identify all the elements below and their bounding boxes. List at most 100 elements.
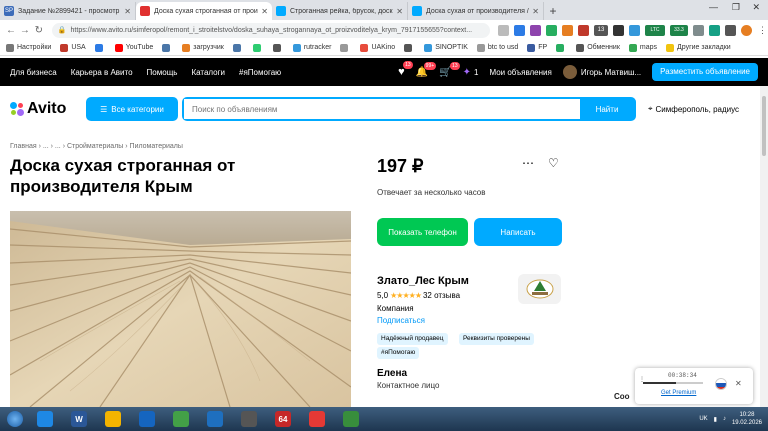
taskbar-app-button[interactable]: W (64, 408, 94, 430)
close-window-icon[interactable]: ✕ (752, 2, 760, 13)
bookmark-item[interactable] (94, 43, 106, 52)
avito-logo[interactable]: Avito (10, 100, 86, 118)
browser-tab[interactable]: Доска сухая от производителя / С ✕ (408, 2, 544, 20)
browser-tab[interactable]: SP Задание №2899421 - просмотр з ✕ (0, 2, 136, 20)
extension-icon[interactable] (545, 24, 557, 36)
nav-link-career[interactable]: Карьера в Авито (71, 68, 133, 77)
taskbar-app-button[interactable] (30, 408, 60, 430)
ltc-price-badge[interactable]: 33.3 (669, 24, 688, 36)
bookmark-item[interactable]: FP (527, 43, 547, 52)
forward-icon[interactable]: → (18, 25, 32, 36)
browser-tab[interactable]: Строганная рейка, брусок, доски ✕ (272, 2, 408, 20)
flag-icon[interactable] (577, 24, 589, 36)
bookmark-item[interactable] (272, 43, 284, 52)
taskbar-app-button[interactable] (132, 408, 162, 430)
close-tab-icon[interactable]: ✕ (396, 7, 403, 16)
extension-icon[interactable] (628, 24, 640, 36)
show-phone-button[interactable]: Показать телефон (377, 218, 468, 246)
taskbar-app-button[interactable] (166, 408, 196, 430)
bookmark-item[interactable]: UAKino (360, 43, 395, 52)
nav-link-ihelp[interactable]: #яПомогаю (239, 68, 281, 77)
extension-icon[interactable] (708, 24, 720, 36)
network-icon[interactable]: ▮ (714, 416, 717, 423)
menu-dots-icon[interactable]: ⋮ (757, 25, 768, 36)
maximize-icon[interactable]: ❐ (732, 2, 740, 13)
taskbar-app-button[interactable]: 64 (268, 408, 298, 430)
new-tab-button[interactable]: + (544, 2, 562, 20)
tag-reliable-seller[interactable]: Надёжный продавец (377, 333, 448, 345)
bookmark-item[interactable]: Обменник (576, 43, 620, 52)
browser-tab[interactable]: Доска сухая строганная от прои ✕ (136, 2, 272, 20)
favorites-heart-icon[interactable]: ♥ 13 (398, 61, 413, 78)
bookmark-item[interactable]: SINOPTIK (424, 43, 468, 52)
taskbar-app-button[interactable] (302, 408, 332, 430)
cart-icon[interactable]: 🛒 13 (439, 61, 460, 78)
russia-flag-icon[interactable] (715, 378, 727, 390)
extension-badge[interactable]: 13 (593, 24, 608, 36)
volume-icon[interactable]: ♪ (723, 416, 726, 422)
nav-link-help[interactable]: Помощь (147, 68, 178, 77)
language-indicator[interactable]: UK (699, 416, 707, 422)
extension-icon[interactable] (497, 24, 509, 36)
bookmark-item[interactable]: YouTube (114, 43, 153, 52)
ltc-badge[interactable]: LTC (644, 24, 665, 36)
tag-details-verified[interactable]: Реквизиты проверены (459, 333, 534, 345)
bookmark-item[interactable]: btc to usd (476, 43, 518, 52)
wallet-button[interactable]: ✦ 1 (463, 67, 479, 78)
nav-link-business[interactable]: Для бизнеса (10, 68, 57, 77)
bookmark-item[interactable]: USA (60, 43, 86, 52)
seller-name[interactable]: Злато_Лес Крым (377, 275, 469, 287)
bookmark-item[interactable]: Другие закладки (666, 43, 731, 52)
bookmark-item[interactable]: maps (628, 43, 657, 52)
my-ads-link[interactable]: Мои объявления (489, 68, 551, 77)
subscribe-link[interactable]: Подписаться (377, 316, 425, 325)
write-message-button[interactable]: Написать (474, 218, 562, 246)
extension-icon[interactable] (612, 24, 624, 36)
profile-avatar-icon[interactable] (740, 24, 752, 36)
puzzle-icon[interactable] (724, 24, 736, 36)
all-categories-button[interactable]: ☰ Все категории (86, 97, 178, 121)
bookmark-item[interactable] (162, 43, 173, 52)
close-popup-icon[interactable]: ✕ (735, 379, 742, 388)
taskbar-app-button[interactable] (200, 408, 230, 430)
seller-rating[interactable]: 5,0 ★★★★★ 32 отзыва (377, 291, 460, 300)
find-button[interactable]: Найти (580, 99, 634, 119)
reload-icon[interactable]: ↻ (32, 25, 46, 36)
bookmark-item[interactable] (404, 43, 415, 52)
bookmark-item[interactable] (340, 43, 351, 52)
minimize-icon[interactable]: — (709, 2, 718, 12)
scrollbar-thumb[interactable] (762, 96, 766, 156)
listing-photo[interactable] (10, 211, 351, 407)
tag-ihelp[interactable]: #яПомогаю (377, 347, 420, 359)
extension-icon[interactable] (692, 24, 704, 36)
back-icon[interactable]: ← (4, 25, 18, 36)
user-menu[interactable]: Игорь Матвиш... (562, 65, 641, 79)
taskbar-app-button[interactable] (98, 408, 128, 430)
bookmark-item[interactable]: rutracker (292, 43, 331, 52)
more-dots-icon[interactable]: ⋯ (522, 156, 534, 170)
bookmark-item[interactable] (232, 43, 244, 52)
extension-icon[interactable] (513, 24, 525, 36)
popup-menu-icon[interactable]: ⋮ (639, 376, 645, 383)
breadcrumb[interactable]: Главная › ... › ... › Стройматериалы › П… (10, 143, 183, 150)
notifications-bell-icon[interactable]: 🔔 99+ (416, 61, 437, 78)
search-input[interactable] (184, 99, 580, 119)
close-tab-icon[interactable]: ✕ (532, 7, 539, 16)
extension-icon[interactable] (561, 24, 573, 36)
get-premium-link[interactable]: Get Premium (661, 390, 696, 396)
favorite-heart-icon[interactable]: ♡ (548, 156, 559, 170)
location-selector[interactable]: ⌖ Симферополь, радиус (648, 104, 739, 114)
close-tab-icon[interactable]: ✕ (124, 7, 131, 16)
post-ad-button[interactable]: Разместить объявление (652, 63, 758, 81)
bookmark-item[interactable]: Настройки (6, 43, 51, 52)
page-scrollbar[interactable] (760, 86, 768, 407)
clock[interactable]: 10:28 19.02.2026 (732, 411, 762, 427)
bookmark-item[interactable] (556, 43, 567, 52)
bookmark-item[interactable]: загрузчик (182, 43, 224, 52)
url-field[interactable]: 🔒 https://www.avito.ru/simferopol/remont… (51, 22, 490, 38)
extension-icon[interactable] (529, 24, 541, 36)
close-tab-icon[interactable]: ✕ (261, 7, 268, 16)
seller-logo[interactable] (518, 274, 561, 304)
start-button[interactable] (0, 407, 30, 431)
nav-link-catalogs[interactable]: Каталоги (191, 68, 225, 77)
